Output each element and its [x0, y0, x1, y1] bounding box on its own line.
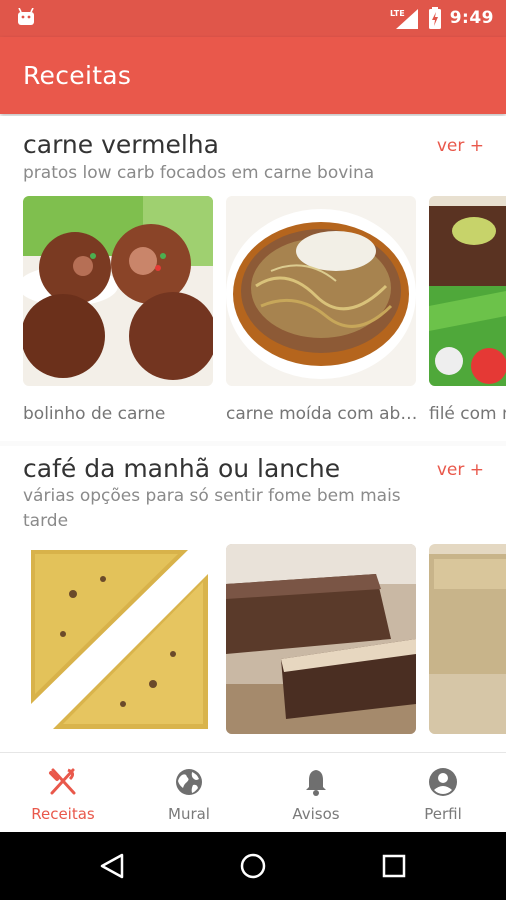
recipe-card-image[interactable] [429, 544, 506, 734]
nav-perfil[interactable]: Perfil [380, 753, 506, 833]
back-icon[interactable] [98, 852, 126, 880]
bolinho-photo [23, 196, 213, 386]
recipe-card-image[interactable] [23, 196, 213, 386]
section-subtitle: várias opções para só sentir fome bem ma… [23, 486, 401, 531]
nav-avisos[interactable]: Avisos [253, 753, 379, 833]
nav-label: Perfil [424, 805, 462, 823]
app-bar-title: Receitas [23, 61, 132, 90]
recipe-card-image[interactable] [23, 544, 213, 734]
account-icon [429, 768, 457, 796]
recipe-card-label[interactable]: filé com molho [429, 404, 506, 424]
signal-icon: LTE [390, 9, 418, 29]
brownie-photo [226, 544, 416, 734]
recents-icon[interactable] [380, 852, 408, 880]
bottom-navigation: Receitas Mural Avisos Perfil [0, 752, 506, 832]
app-bar: Receitas [0, 37, 506, 114]
recipe-card-label[interactable]: carne moída com abobrinha [226, 404, 420, 424]
file-photo [429, 196, 506, 386]
section-title: carne vermelha [23, 130, 219, 159]
carne-moida-photo [226, 196, 416, 386]
network-type-label: LTE [390, 9, 405, 18]
recipe-card-image[interactable] [429, 196, 506, 386]
recipe-card-image[interactable] [226, 196, 416, 386]
android-notification-icon [18, 8, 34, 25]
pao-photo [23, 544, 213, 734]
section-carne-vermelha: carne vermelha ver + pratos low carb foc… [0, 116, 506, 441]
section-title: café da manhã ou lanche [23, 454, 341, 483]
see-more-button[interactable]: ver + [437, 136, 484, 156]
recipe-card-label[interactable]: bolinho de carne [23, 404, 217, 424]
section-cafe-da-manha: café da manhã ou lanche ver + várias opç… [0, 446, 506, 752]
nav-mural[interactable]: Mural [126, 753, 252, 833]
clock: 9:49 [449, 8, 494, 28]
nav-receitas[interactable]: Receitas [0, 753, 126, 833]
nav-label: Mural [168, 805, 210, 823]
bread-photo [429, 544, 506, 734]
system-navigation-bar [0, 832, 506, 900]
home-icon[interactable] [239, 852, 267, 880]
battery-charging-icon [428, 7, 441, 29]
fork-knife-icon [49, 768, 76, 795]
bell-icon [306, 770, 326, 796]
see-more-button[interactable]: ver + [437, 460, 484, 480]
nav-label: Avisos [292, 805, 340, 823]
nav-label: Receitas [31, 805, 95, 823]
recipes-feed[interactable]: carne vermelha ver + pratos low carb foc… [0, 116, 506, 752]
section-subtitle: pratos low carb focados em carne bovina [23, 163, 375, 183]
recipe-card-image[interactable] [226, 544, 416, 734]
globe-icon [176, 769, 202, 795]
status-bar: LTE 9:49 [0, 0, 506, 37]
